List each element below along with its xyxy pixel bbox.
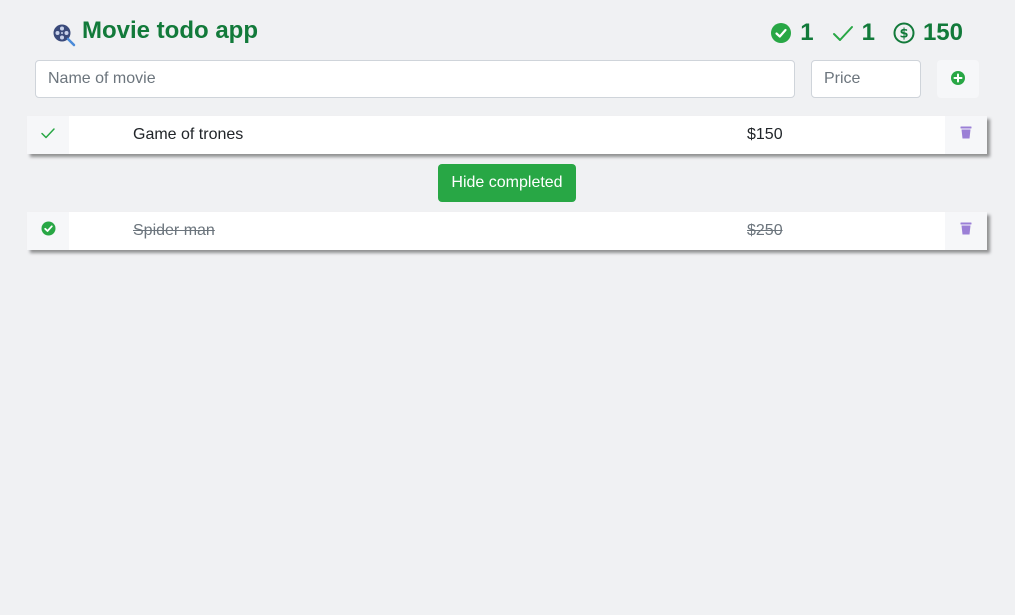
pending-count-value: 1: [861, 19, 875, 46]
movie-price: $150: [747, 126, 783, 143]
movie-name-input[interactable]: [35, 60, 795, 98]
check-circle-icon: [41, 221, 56, 241]
movie-name: Spider man: [133, 222, 215, 239]
check-icon: [832, 22, 854, 44]
check-circle-icon: [770, 22, 792, 44]
total-price: $ 150: [893, 19, 963, 47]
trash-icon: [960, 222, 972, 240]
todo-row: Game of trones $150: [27, 116, 987, 154]
app-header: Movie todo app 1 1 $ 150: [0, 0, 1015, 60]
add-movie-button[interactable]: [937, 60, 979, 98]
plus-circle-icon: [951, 70, 965, 88]
delete-button[interactable]: [945, 212, 987, 250]
film-reel-search-icon: [52, 23, 76, 47]
completed-count: 1: [770, 19, 814, 47]
trash-icon: [960, 126, 972, 144]
delete-button[interactable]: [945, 116, 987, 154]
completed-count-value: 1: [800, 19, 814, 46]
stats-bar: 1 1 $ 150: [752, 17, 963, 49]
movie-name: Game of trones: [133, 126, 244, 143]
hide-completed-button[interactable]: Hide completed: [438, 164, 576, 202]
toggle-complete-button[interactable]: [27, 212, 69, 250]
price-input[interactable]: [811, 60, 921, 98]
check-icon: [40, 125, 56, 146]
app-title: Movie todo app: [82, 17, 258, 44]
total-price-value: 150: [922, 19, 963, 46]
toggle-complete-button[interactable]: [27, 116, 69, 154]
dollar-circle-icon: $: [893, 22, 915, 44]
svg-text:$: $: [899, 27, 908, 42]
movie-price: $250: [747, 222, 783, 239]
todo-row: Spider man $250: [27, 212, 987, 250]
pending-count: 1: [832, 19, 875, 47]
